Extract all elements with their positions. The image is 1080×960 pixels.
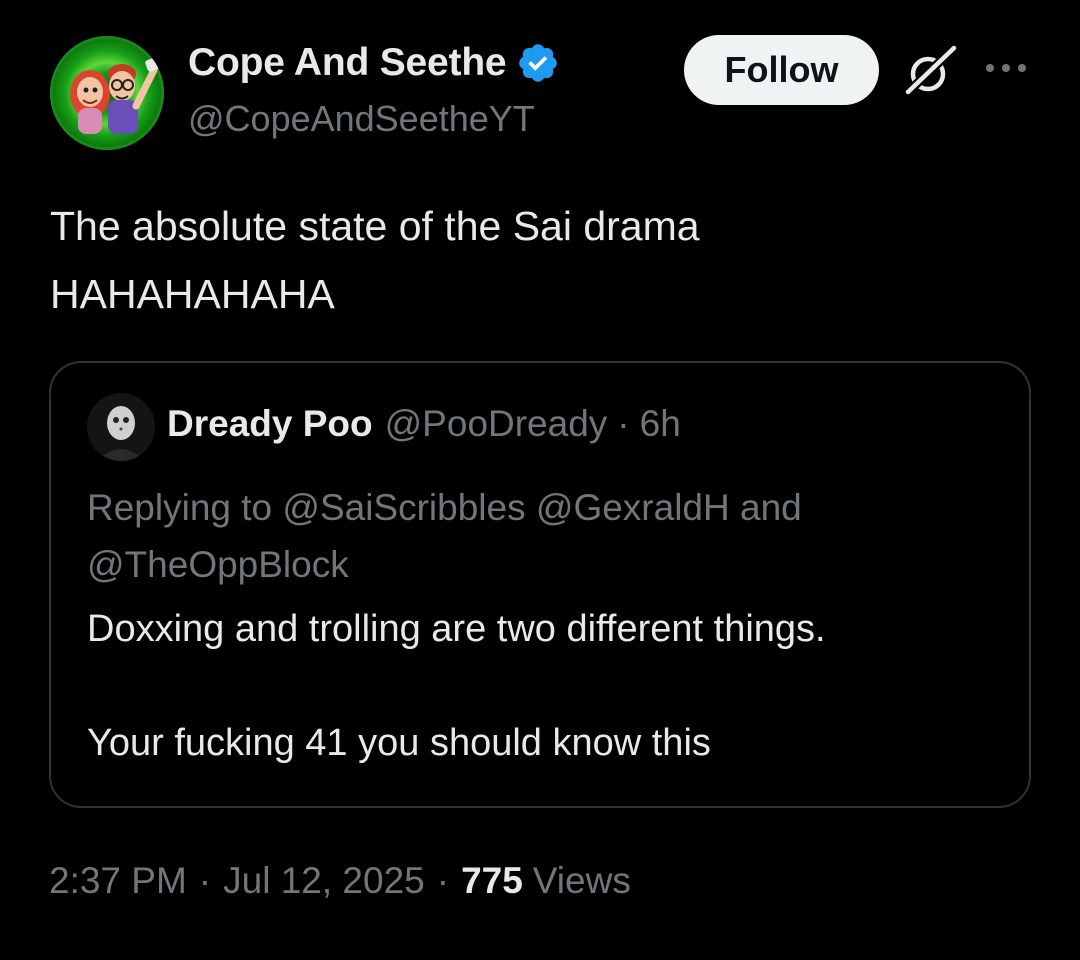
author-name-row: Cope And Seethe bbox=[188, 40, 560, 86]
cartoon-duo-avatar-icon bbox=[70, 56, 163, 134]
views-count[interactable]: 775 bbox=[461, 860, 523, 902]
quoted-text-line: Your fucking 41 you should know this bbox=[87, 722, 711, 764]
tweet-time[interactable]: 2:37 PM bbox=[49, 860, 187, 902]
grok-icon[interactable] bbox=[902, 44, 958, 100]
tweet-text-line: HAHAHAHAHA bbox=[50, 271, 335, 317]
views-label[interactable]: Views bbox=[533, 860, 631, 902]
replying-to-text: Replying to @SaiScribbles @GexraldH and … bbox=[87, 479, 987, 593]
more-icon[interactable] bbox=[984, 58, 1028, 78]
quoted-tweet-text: Doxxing and trolling are two different t… bbox=[87, 601, 987, 772]
quoted-author-avatar[interactable] bbox=[87, 393, 155, 461]
quoted-tweet-card[interactable]: Dready Poo @PooDready · 6h Replying to @… bbox=[49, 361, 1031, 808]
separator-dot: · bbox=[436, 860, 450, 901]
tweet-date[interactable]: Jul 12, 2025 bbox=[223, 860, 425, 902]
replying-to-line: Replying to @SaiScribbles @GexraldH and bbox=[87, 487, 802, 528]
tweet-meta: 2:37 PM · Jul 12, 2025 · 775 Views bbox=[49, 860, 631, 910]
author-display-name[interactable]: Cope And Seethe bbox=[188, 41, 507, 85]
tweet-text: The absolute state of the Sai drama HAHA… bbox=[50, 192, 1030, 328]
quoted-tweet-header: Dready Poo @PooDready · 6h bbox=[167, 403, 681, 453]
tweet-detail: Cope And Seethe @CopeAndSeetheYT Follow … bbox=[0, 0, 1080, 960]
follow-button[interactable]: Follow bbox=[684, 35, 879, 105]
author-avatar[interactable] bbox=[50, 36, 164, 150]
separator-dot: · bbox=[198, 860, 212, 901]
separator-dot: · bbox=[617, 403, 630, 444]
author-handle[interactable]: @CopeAndSeetheYT bbox=[188, 98, 535, 140]
tweet-text-line: The absolute state of the Sai drama bbox=[50, 203, 700, 249]
quoted-text-line: Doxxing and trolling are two different t… bbox=[87, 608, 826, 650]
verified-badge-icon[interactable] bbox=[516, 41, 560, 85]
quoted-author-handle[interactable]: @PooDready bbox=[385, 403, 608, 445]
replying-to-line: @TheOppBlock bbox=[87, 544, 349, 585]
quoted-author-name[interactable]: Dready Poo bbox=[167, 403, 373, 445]
masked-figure-avatar-icon bbox=[87, 393, 155, 461]
quoted-tweet-time[interactable]: 6h bbox=[640, 403, 681, 445]
